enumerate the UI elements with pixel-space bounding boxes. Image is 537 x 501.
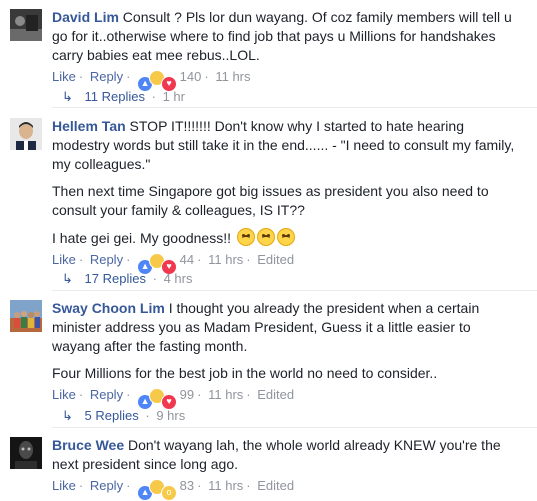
replies-label: 17 Replies <box>84 271 146 286</box>
replies-time: 9 hrs <box>156 408 186 423</box>
avatar[interactable] <box>10 9 42 41</box>
reactions[interactable]: ▲ ♥ <box>137 387 178 410</box>
comment-body: Hellem Tan STOP IT!!!!!!! Don't know why… <box>52 117 522 248</box>
comment: Sway Choon Lim I thought you already the… <box>0 299 537 410</box>
edited-label[interactable]: Edited <box>257 478 294 493</box>
comment-author[interactable]: Sway Choon Lim <box>52 300 165 316</box>
reactions[interactable]: ▲ ♥ <box>137 252 178 275</box>
reactions[interactable]: ▲ ♥ <box>137 69 178 92</box>
replies-link[interactable]: ↳ 5 Replies · 9 hrs <box>62 408 185 424</box>
like-button[interactable]: Like <box>52 387 76 402</box>
reaction-count[interactable]: 44 <box>180 252 194 267</box>
replies-link[interactable]: ↳ 17 Replies · 4 hrs <box>62 271 192 287</box>
comment-text: Then next time Singapore got big issues … <box>52 183 489 218</box>
like-button[interactable]: Like <box>52 478 76 493</box>
comment: Bruce Wee Don't wayang lah, the whole wo… <box>0 436 537 501</box>
reply-button[interactable]: Reply <box>90 69 123 84</box>
divider <box>52 427 537 428</box>
replies-time: 1 hr <box>162 89 185 104</box>
comment-actions: Like · Reply · ▲ ♥ 44 · 11 hrs · Edited <box>52 251 537 275</box>
edited-label[interactable]: Edited <box>257 252 294 267</box>
avatar[interactable] <box>10 437 42 469</box>
avatar[interactable] <box>10 300 42 332</box>
reaction-count[interactable]: 83 <box>180 478 194 493</box>
comment-actions: Like · Reply · ▲ o 83 · 11 hrs · Edited <box>52 477 537 501</box>
edited-label[interactable]: Edited <box>257 387 294 402</box>
comment-time[interactable]: 11 hrs <box>208 387 243 402</box>
comment-body: Bruce Wee Don't wayang lah, the whole wo… <box>52 436 522 474</box>
replies-label: 11 Replies <box>84 89 145 104</box>
comment: Hellem Tan STOP IT!!!!!!! Don't know why… <box>0 117 537 275</box>
reaction-count[interactable]: 99 <box>180 387 194 402</box>
comment-text: I hate gei gei. My goodness!! <box>52 230 231 246</box>
like-button[interactable]: Like <box>52 252 76 267</box>
comment-author[interactable]: Hellem Tan <box>52 118 126 134</box>
comment-body: David Lim Consult ? Pls lor dun wayang. … <box>52 8 522 65</box>
reply-button[interactable]: Reply <box>90 478 123 493</box>
comment-time[interactable]: 11 hrs <box>208 478 243 493</box>
comment-body: Sway Choon Lim I thought you already the… <box>52 299 522 383</box>
sad-face-icon <box>256 228 275 246</box>
comment-actions: Like · Reply · ▲ ♥ 99 · 11 hrs · Edited <box>52 386 537 410</box>
replies-time: 4 hrs <box>163 271 193 286</box>
wow-reaction-icon: o <box>161 484 178 501</box>
comment-text: Consult ? Pls lor dun wayang. Of coz fam… <box>52 9 512 63</box>
comment-time[interactable]: 11 hrs <box>215 69 250 84</box>
comment-author[interactable]: David Lim <box>52 9 119 25</box>
sad-face-icon <box>236 228 255 246</box>
comment-author[interactable]: Bruce Wee <box>52 437 124 453</box>
reply-button[interactable]: Reply <box>90 387 123 402</box>
reply-arrow-icon: ↳ <box>62 89 73 104</box>
comment-text-line: I hate gei gei. My goodness!! <box>52 228 522 248</box>
reaction-count[interactable]: 140 <box>180 69 202 84</box>
comment-time[interactable]: 11 hrs <box>208 252 243 267</box>
replies-label: 5 Replies <box>84 408 139 423</box>
like-button[interactable]: Like <box>52 69 76 84</box>
reply-arrow-icon: ↳ <box>62 408 73 423</box>
reply-button[interactable]: Reply <box>90 252 123 267</box>
divider <box>52 290 537 291</box>
comment: David Lim Consult ? Pls lor dun wayang. … <box>0 8 537 92</box>
comment-actions: Like · Reply · ▲ ♥ 140 · 11 hrs <box>52 68 537 92</box>
sad-face-icon <box>276 228 295 246</box>
replies-link[interactable]: ↳ 11 Replies · 1 hr <box>62 89 185 105</box>
comment-text: Four Millions for the best job in the wo… <box>52 365 438 381</box>
divider <box>52 107 537 108</box>
reply-arrow-icon: ↳ <box>62 271 73 286</box>
reactions[interactable]: ▲ o <box>137 478 178 501</box>
avatar[interactable] <box>10 118 42 150</box>
